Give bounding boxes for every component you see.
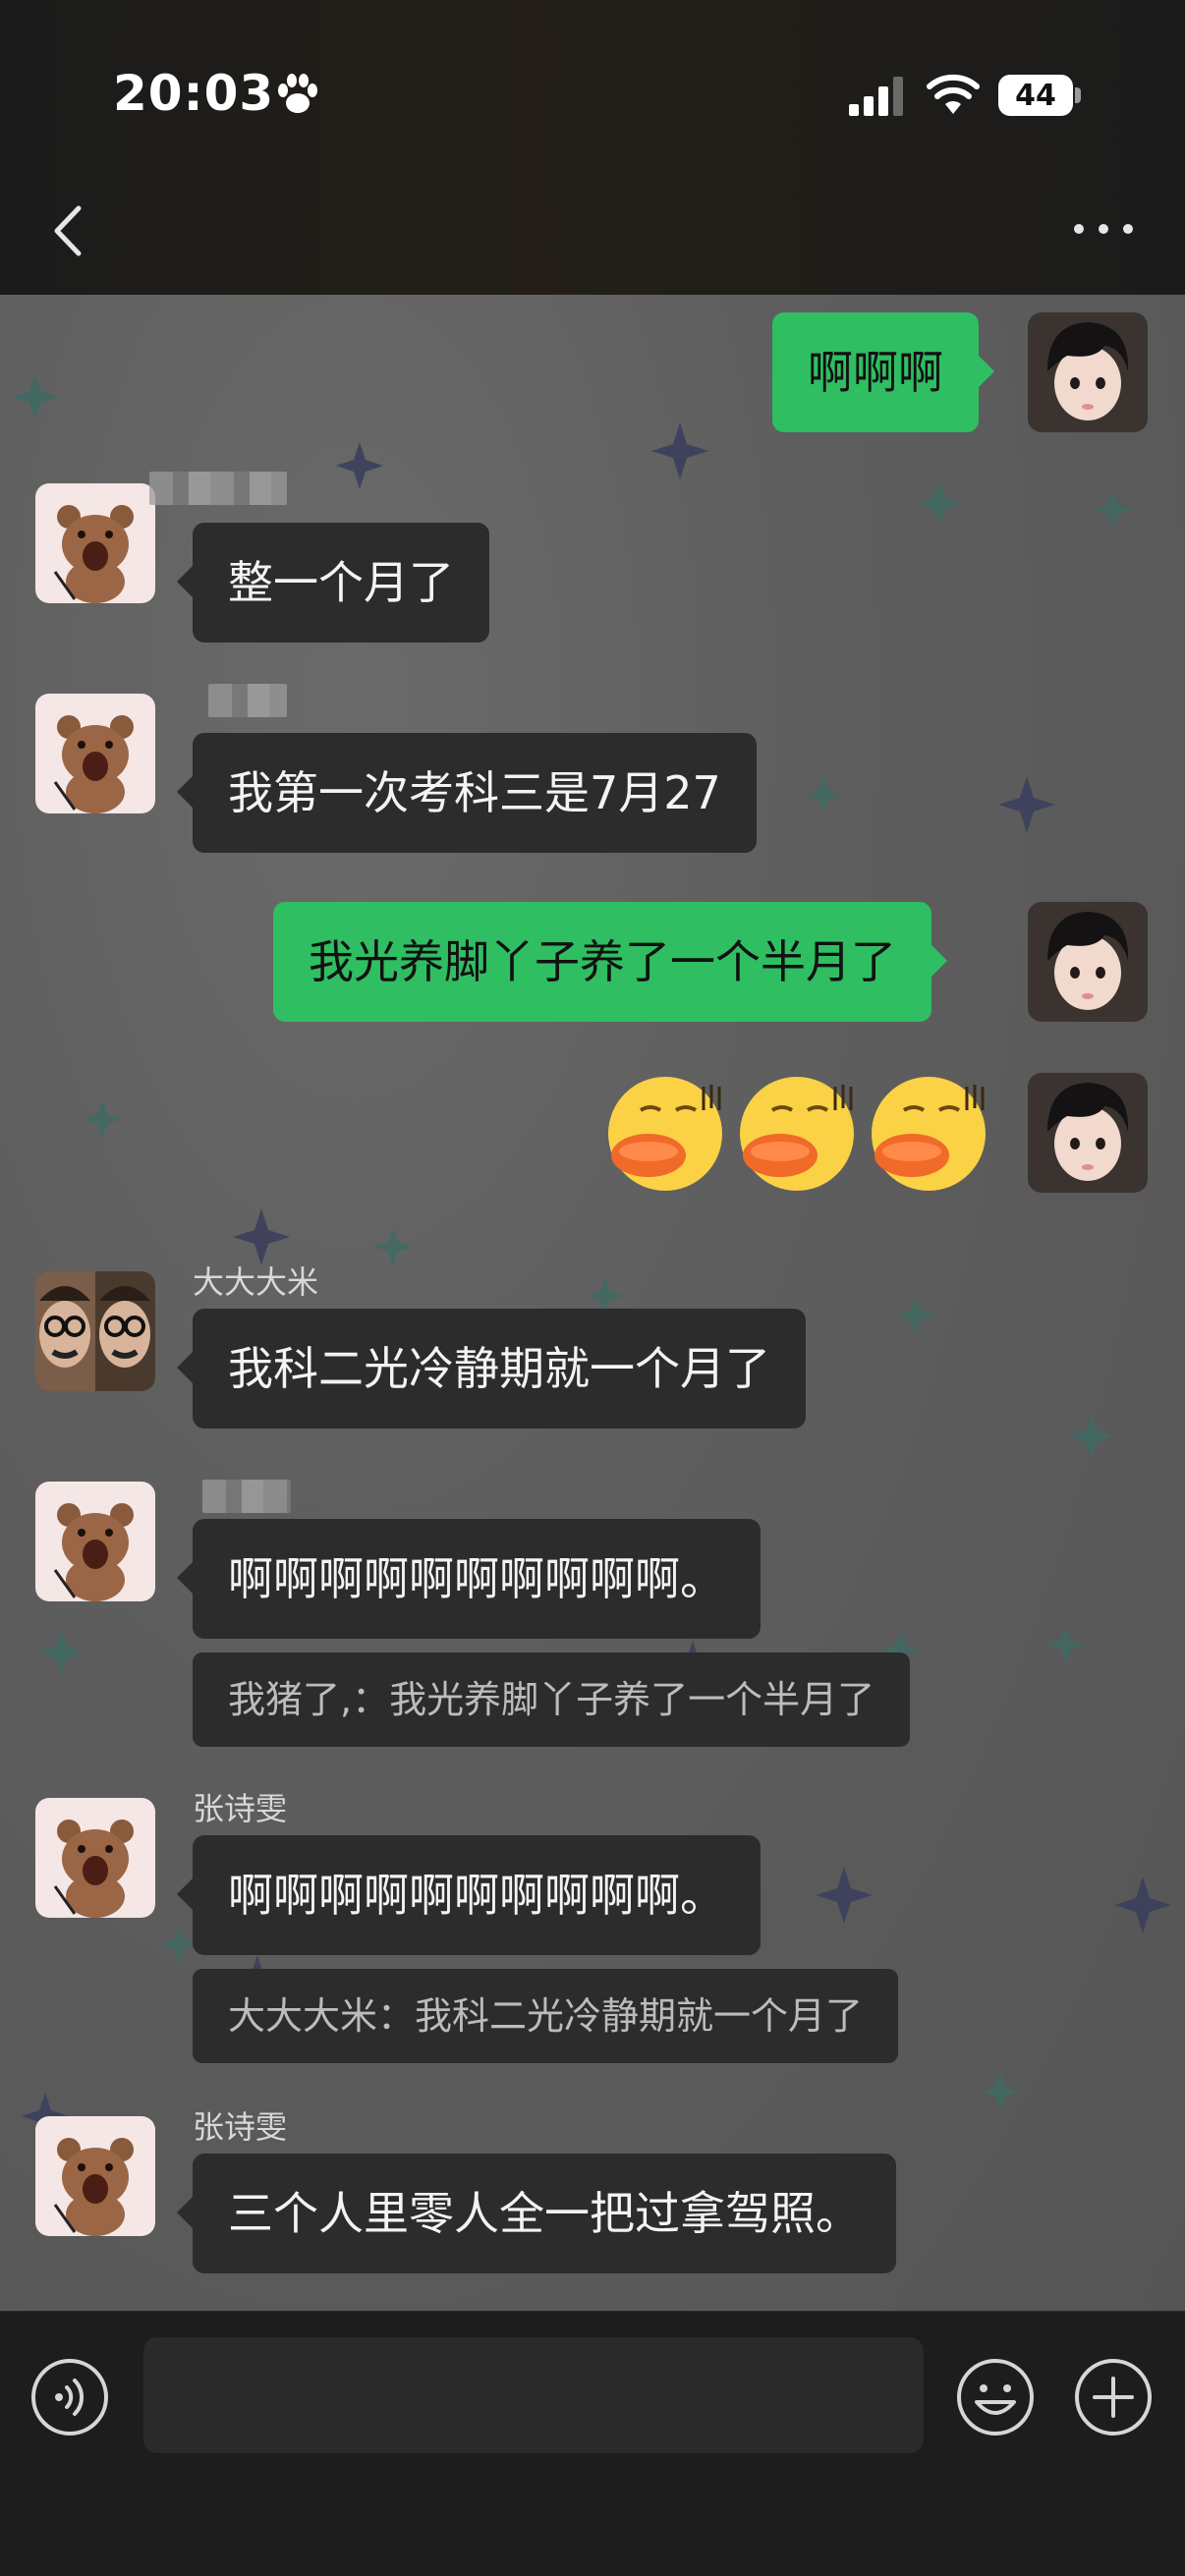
voice-icon[interactable] (29, 2357, 110, 2437)
child-portrait-icon (1028, 312, 1148, 432)
top-bar: 20:03 44 (0, 0, 1185, 295)
quoted-reply[interactable]: 大大大米：我科二光冷静期就一个月了 (193, 1969, 899, 2063)
wifi-icon (927, 74, 980, 114)
kissing-face-emoji-icon[interactable] (865, 1073, 992, 1201)
my-avatar[interactable] (1028, 902, 1148, 1022)
child-portrait-icon (1028, 902, 1148, 1022)
two-faces-glasses-icon (35, 1271, 155, 1391)
battery-nub (1075, 87, 1081, 103)
message-bubble[interactable]: 整一个月了 (177, 523, 489, 643)
blurred-sender-name (149, 472, 287, 505)
emoji-smile-icon[interactable] (955, 2357, 1036, 2437)
blurred-sender-name (202, 1480, 291, 1513)
my-avatar[interactable] (1028, 312, 1148, 432)
my-avatar[interactable] (1028, 1073, 1148, 1193)
message-bubble[interactable]: 我科二光冷静期就一个月了 (177, 1309, 806, 1428)
bear-icon (35, 694, 155, 813)
bear-icon (35, 2116, 155, 2236)
chat-area[interactable]: 啊啊啊 整一个月了 我第一次考科三是7月27 我光养脚丫子养了一个半月了 大大大… (0, 295, 1185, 2311)
battery-level: 44 (998, 75, 1073, 116)
message-bubble[interactable]: 我第一次考科三是7月27 (177, 733, 757, 853)
more-options-icon[interactable] (1071, 214, 1136, 244)
sender-name: 张诗雯 (193, 2108, 288, 2146)
my-message-bubble[interactable]: 我光养脚丫子养了一个半月了 (273, 902, 947, 1022)
bear-avatar[interactable] (35, 694, 155, 813)
my-message-bubble[interactable]: 啊啊啊 (772, 312, 994, 432)
plus-circle-icon[interactable] (1073, 2357, 1154, 2437)
bear-avatar[interactable] (35, 2116, 155, 2236)
kissing-face-emoji-icon[interactable] (733, 1073, 861, 1201)
message-bubble[interactable]: 啊啊啊啊啊啊啊啊啊啊。 (177, 1835, 761, 1955)
message-bubble[interactable]: 啊啊啊啊啊啊啊啊啊啊。 (177, 1519, 761, 1639)
cellular-signal-icon (849, 77, 903, 116)
child-portrait-icon (1028, 1073, 1148, 1193)
status-time: 20:03 (113, 65, 275, 122)
battery-indicator: 44 (998, 75, 1081, 116)
glasses-faces-avatar[interactable] (35, 1271, 155, 1391)
kissing-face-emoji-icon[interactable] (601, 1073, 729, 1201)
input-bar (0, 2311, 1185, 2576)
bear-avatar[interactable] (35, 1798, 155, 1918)
message-bubble[interactable]: 三个人里零人全一把过拿驾照。 (177, 2154, 896, 2273)
quoted-reply[interactable]: 我猪了,：我光养脚丫子养了一个半月了 (193, 1652, 911, 1747)
sender-name: 大大大米 (193, 1263, 319, 1301)
bear-avatar[interactable] (35, 483, 155, 603)
bear-icon (35, 1482, 155, 1601)
bear-avatar[interactable] (35, 1482, 155, 1601)
back-chevron-icon[interactable] (43, 196, 92, 265)
paw-icon (278, 74, 317, 113)
bear-icon (35, 1798, 155, 1918)
message-input[interactable] (143, 2337, 924, 2453)
blurred-sender-name (208, 684, 287, 717)
sender-name: 张诗雯 (193, 1790, 288, 1827)
bear-icon (35, 483, 155, 603)
